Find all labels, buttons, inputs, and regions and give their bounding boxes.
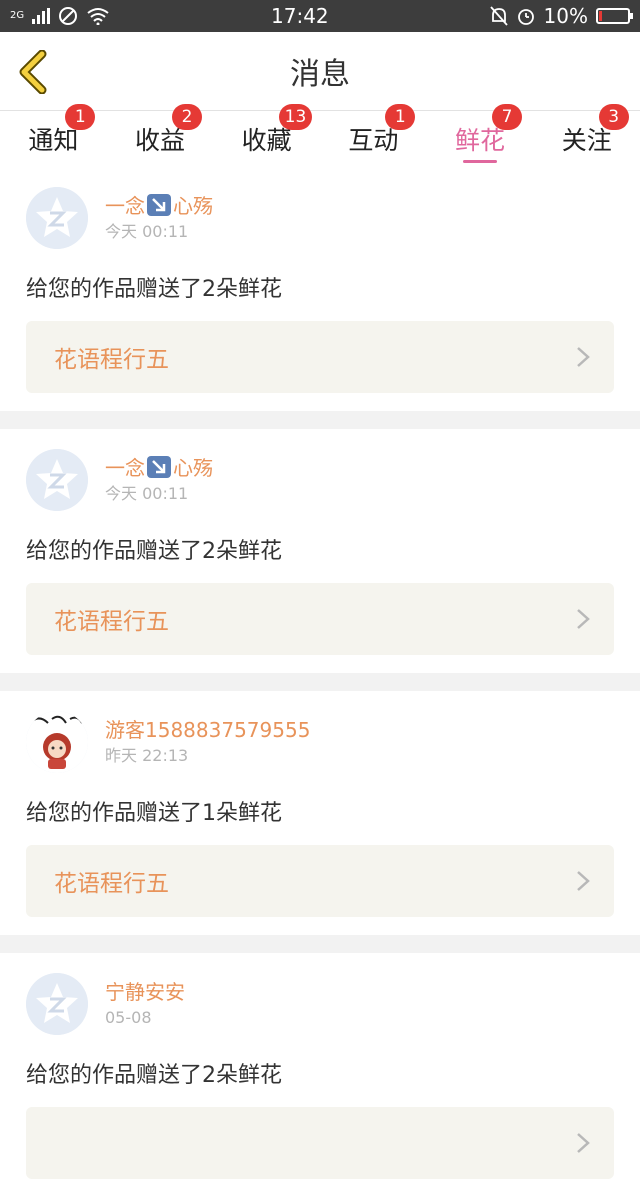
tab-badge: 13	[278, 104, 313, 130]
message-card: 游客1588837579555 昨天 22:13 给您的作品赠送了1朵鲜花花语程行五	[0, 691, 640, 935]
work-title: 花语程行五	[54, 609, 169, 635]
work-title: 花语程行五	[54, 347, 169, 373]
message-time: 昨天 22:13	[105, 746, 189, 765]
tab-notice[interactable]: 通知 1	[0, 104, 107, 167]
chevron-right-icon	[577, 347, 590, 367]
status-bar: 2G 17:42 10%	[0, 0, 640, 32]
user-meta: 游客1588837579555 昨天 22:13	[105, 716, 310, 768]
clock: 17:42	[271, 4, 329, 28]
user-meta: 一念 心殇今天 00:11	[105, 192, 213, 244]
message-text: 给您的作品赠送了2朵鲜花	[26, 539, 282, 564]
user-name-prefix: 一念	[105, 194, 145, 218]
signal-icon	[32, 8, 51, 24]
tab-earnings[interactable]: 收益 2	[107, 104, 214, 167]
battery-icon	[596, 8, 633, 24]
default-avatar-icon	[26, 187, 88, 249]
message-time: 今天 00:11	[105, 484, 189, 503]
default-avatar-icon	[26, 449, 88, 511]
tab-interaction[interactable]: 互动 1	[320, 104, 427, 167]
avatar[interactable]	[26, 187, 88, 249]
battery-level	[599, 11, 602, 21]
chevron-right-icon	[577, 1133, 590, 1153]
message-card: 一念 心殇今天 00:11 给您的作品赠送了2朵鲜花花语程行五	[0, 429, 640, 673]
tab-bar: 通知 1 收益 2 收藏 13 互动 1 鲜花 7 关注 3	[0, 104, 640, 167]
user-name-suffix: 心殇	[173, 456, 213, 480]
wifi-icon	[87, 8, 109, 25]
battery-percent: 10%	[543, 4, 588, 28]
chevron-right-icon	[577, 609, 590, 629]
user-name[interactable]: 宁静安安	[105, 978, 185, 1006]
avatar[interactable]	[26, 449, 88, 511]
user-meta: 宁静安安 05-08	[105, 978, 185, 1030]
work-link[interactable]	[26, 1107, 614, 1179]
tab-badge: 1	[65, 104, 96, 130]
work-link[interactable]: 花语程行五	[26, 583, 614, 655]
alarm-icon	[517, 9, 534, 25]
tab-badge: 7	[492, 104, 523, 130]
message-text: 给您的作品赠送了2朵鲜花	[26, 277, 282, 302]
message-header: 游客1588837579555 昨天 22:13	[26, 709, 614, 775]
work-link[interactable]: 花语程行五	[26, 321, 614, 393]
message-card: 宁静安安 05-08 给您的作品赠送了2朵鲜花	[0, 953, 640, 1197]
tab-badge: 1	[385, 104, 416, 130]
message-list: 一念 心殇 今天 00:11 给您的作品赠送了2朵鲜花 花语程行五 一念 心殇 今天 00:1…	[0, 167, 640, 1197]
arrow-emoji-icon	[147, 456, 171, 478]
user-name-suffix: 心殇	[173, 194, 213, 218]
tab-badge: 2	[172, 104, 202, 130]
message-time: 05-08	[105, 1008, 152, 1027]
user-name[interactable]: 游客1588837579555	[105, 716, 310, 744]
page-title: 消息	[290, 57, 350, 92]
tab-badge: 3	[598, 104, 629, 130]
avatar[interactable]	[26, 973, 88, 1035]
active-tab-indicator	[463, 160, 498, 163]
header: 消息	[0, 32, 640, 111]
user-name[interactable]: 一念 心殇	[105, 192, 213, 220]
message-header: 一念 心殇今天 00:11	[26, 185, 614, 251]
user-name[interactable]: 一念 心殇	[105, 454, 213, 482]
message-header: 一念 心殇今天 00:11	[26, 447, 614, 513]
custom-avatar-image	[26, 711, 88, 773]
message-card: 一念 心殇今天 00:11 给您的作品赠送了2朵鲜花花语程行五	[0, 167, 640, 411]
arrow-emoji-icon	[147, 194, 171, 216]
user-name-prefix: 游客1588837579555	[105, 718, 311, 742]
back-button[interactable]	[14, 49, 54, 95]
user-name-prefix: 宁静安安	[105, 980, 185, 1004]
message-text: 给您的作品赠送了1朵鲜花	[26, 801, 282, 826]
chevron-right-icon	[577, 871, 590, 891]
chevron-left-icon	[19, 49, 47, 95]
mute-icon	[489, 6, 508, 26]
tab-flowers[interactable]: 鲜花 7	[427, 104, 534, 167]
message-text: 给您的作品赠送了2朵鲜花	[26, 1063, 282, 1088]
tab-follow[interactable]: 关注 3	[533, 104, 640, 167]
status-right: 10%	[489, 4, 633, 28]
network-type: 2G	[10, 10, 25, 21]
tab-favorites[interactable]: 收藏 13	[213, 104, 320, 167]
default-avatar-icon	[26, 973, 88, 1035]
message-time: 今天 00:11	[105, 222, 189, 241]
work-title: 花语程行五	[54, 871, 169, 897]
status-left: 2G	[10, 6, 110, 26]
user-meta: 一念 心殇今天 00:11	[105, 454, 213, 506]
work-link[interactable]: 花语程行五	[26, 845, 614, 917]
avatar[interactable]	[26, 711, 88, 773]
user-name-prefix: 一念	[105, 456, 145, 480]
blocked-icon	[59, 7, 78, 25]
message-header: 宁静安安 05-08	[26, 971, 614, 1037]
